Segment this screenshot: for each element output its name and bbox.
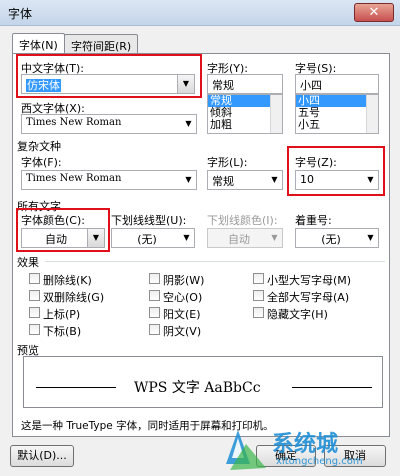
dropdown-arrow-icon[interactable]: ▼ [181,171,196,189]
shadow-checkbox[interactable] [149,273,160,284]
font-color-label: 字体颜色(C): [21,214,85,227]
underline-color-select: 自动 ▼ [207,228,283,248]
effects-divider [45,261,385,262]
hidden-text-checkbox[interactable] [253,307,264,318]
dropdown-arrow-icon: ▼ [271,233,278,242]
subscript-label: 下标(B) [43,325,82,338]
window-title: 字体 [8,7,33,21]
all-caps-label: 全部大写字母(A) [267,291,350,304]
complex-size-select[interactable]: 10 ▼ [295,170,379,190]
chinese-font-select[interactable]: 仿宋体 ▼ [21,74,195,94]
font-color-value: 自动 [45,233,67,246]
complex-style-select[interactable]: 常规 ▼ [207,170,283,190]
emphasis-value: (无) [321,233,341,246]
outline-label: 空心(O) [163,291,203,304]
effects-section-label: 效果 [17,256,39,269]
outline-checkbox[interactable] [149,290,160,301]
underline-style-select[interactable]: (无) ▼ [111,228,195,248]
font-color-select[interactable]: 自动 ▼ [21,228,105,248]
engrave-label: 阴文(V) [163,325,202,338]
size-scrollbar[interactable] [366,95,378,133]
dropdown-arrow-icon[interactable]: ▼ [363,171,378,189]
complex-font-label: 字体(F): [21,156,62,169]
western-font-value: Times New Roman [26,117,122,128]
style-list[interactable]: 常规 倾斜 加粗 [207,94,283,134]
title-bar: 字体 ✕ [0,0,400,26]
size-input[interactable]: 小四 [295,74,379,94]
strikethrough-checkbox[interactable] [29,273,40,284]
complex-font-value: Times New Roman [26,173,122,184]
underline-style-label: 下划线线型(U): [111,214,187,227]
underline-style-value: (无) [137,233,157,246]
underline-color-value: 自动 [228,233,250,246]
close-icon[interactable]: ✕ [369,5,380,20]
tab-font[interactable]: 字体(N) [12,33,65,55]
complex-size-value: 10 [300,173,314,186]
underline-color-label: 下划线颜色(I): [207,214,278,227]
emphasis-label: 着重号: [295,214,332,227]
font-panel: 中文字体(T): 仿宋体 ▼ 字形(Y): 常规 常规 倾斜 加粗 字号(S):… [12,53,390,437]
small-caps-label: 小型大写字母(M) [267,274,352,287]
dropdown-arrow-icon[interactable]: ▼ [267,171,282,189]
double-strikethrough-label: 双删除线(G) [43,291,105,304]
close-button[interactable]: ✕ [354,3,394,22]
emphasis-select[interactable]: (无) ▼ [295,228,379,248]
watermark: 系统城 xitongcheng.com [220,424,390,474]
emboss-checkbox[interactable] [149,307,160,318]
dropdown-arrow-icon[interactable]: ▼ [181,115,196,133]
emboss-label: 阳文(E) [163,308,201,321]
preview-sample-text: WPS 文字 AaBbCc [134,380,261,396]
dropdown-arrow-icon[interactable]: ▼ [363,229,378,247]
complex-size-label: 字号(Z): [295,156,337,169]
complex-section-label: 复杂文种 [17,140,61,153]
preview-baseline-left [36,387,116,388]
shadow-label: 阴影(W) [163,274,205,287]
double-strikethrough-checkbox[interactable] [29,290,40,301]
engrave-checkbox[interactable] [149,324,160,335]
strikethrough-label: 删除线(K) [43,274,92,287]
preview-box: WPS 文字 AaBbCc [23,356,383,408]
preview-baseline-right [292,387,372,388]
complex-font-select[interactable]: Times New Roman ▼ [21,170,197,190]
hidden-text-label: 隐藏文字(H) [267,308,328,321]
dropdown-arrow-icon[interactable]: ▼ [87,229,104,247]
dropdown-arrow-icon[interactable]: ▼ [177,75,194,93]
tab-char-spacing[interactable]: 字符间距(R) [64,34,139,54]
chinese-font-value: 仿宋体 [26,79,61,92]
western-font-select[interactable]: Times New Roman ▼ [21,114,197,134]
complex-style-label: 字形(L): [207,156,248,169]
dropdown-arrow-icon[interactable]: ▼ [179,229,194,247]
complex-style-value: 常规 [212,175,234,188]
style-scrollbar[interactable] [270,95,282,133]
superscript-label: 上标(P) [43,308,81,321]
small-caps-checkbox[interactable] [253,273,264,284]
subscript-checkbox[interactable] [29,324,40,335]
all-caps-checkbox[interactable] [253,290,264,301]
watermark-url: xitongcheng.com [276,456,363,467]
style-input[interactable]: 常规 [207,74,283,94]
watermark-text: 系统城 [272,432,339,457]
superscript-checkbox[interactable] [29,307,40,318]
size-list[interactable]: 小四 五号 小五 [295,94,379,134]
default-button[interactable]: 默认(D)... [10,445,74,467]
